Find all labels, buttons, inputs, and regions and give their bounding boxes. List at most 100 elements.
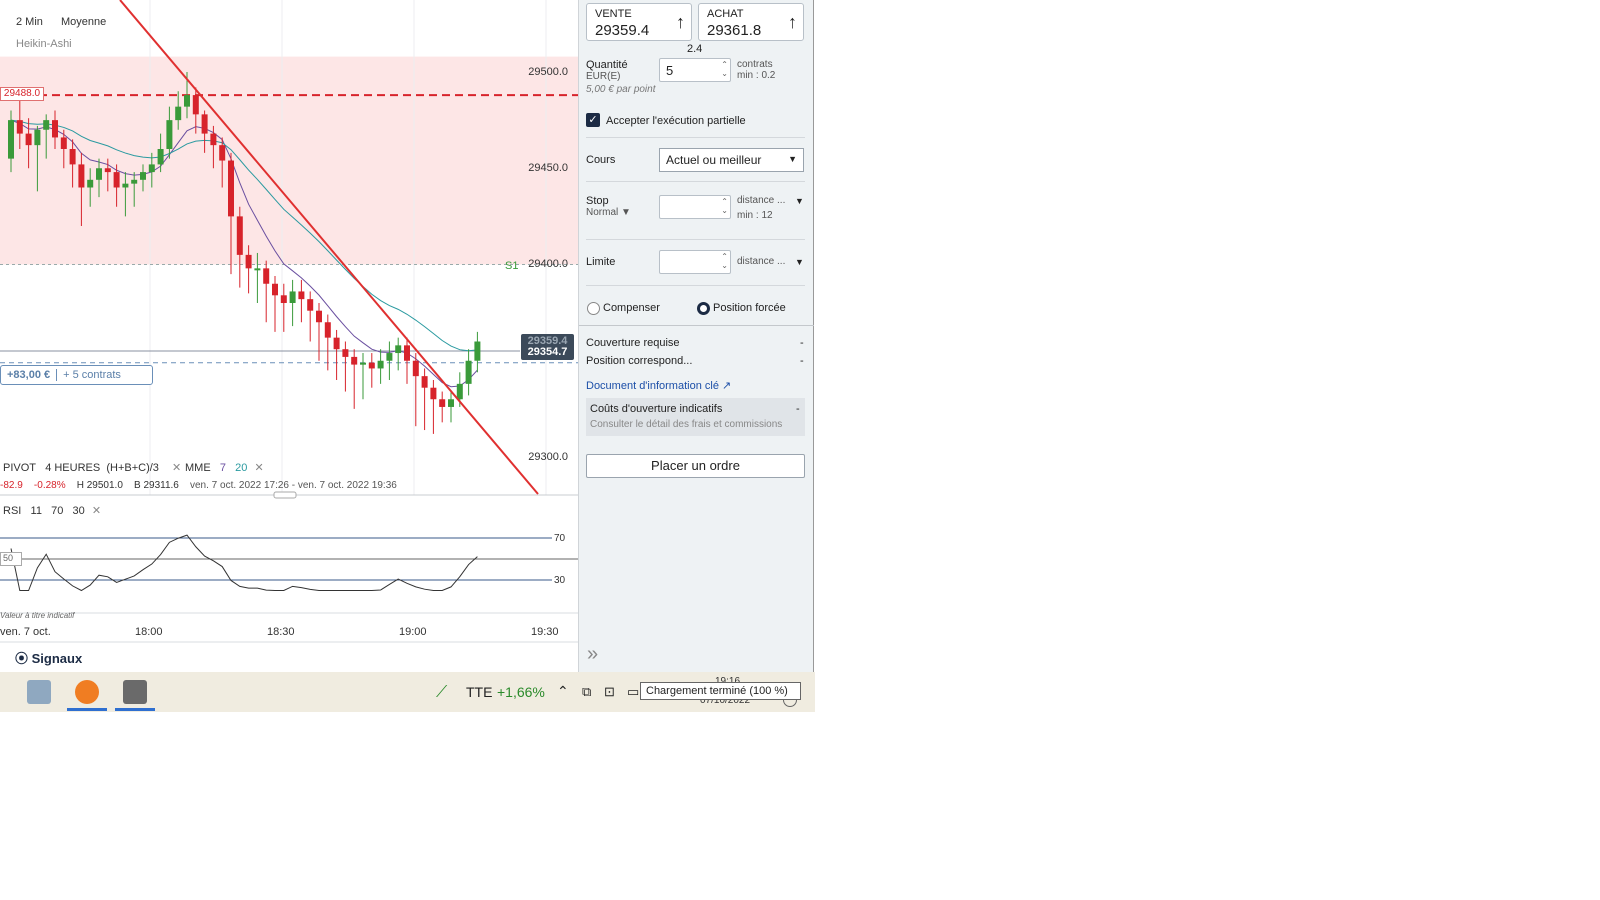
pivot-close-icon[interactable]: ✕ (172, 462, 181, 474)
stepper-arrows-icon[interactable]: ⌃ ⌄ (721, 252, 728, 270)
stop-type-select[interactable]: Normal ▼ (586, 207, 631, 218)
candle-body (34, 129, 41, 146)
stop-unit-select[interactable]: distance ... (737, 195, 785, 206)
candle-body (386, 353, 393, 361)
limit-label: Limite (586, 256, 616, 268)
chart-area[interactable]: 2 Min Moyenne Heikin-Ashi 29488.0 S1 295… (0, 0, 578, 672)
mme-period-1: 7 (219, 462, 226, 474)
rsi-indicator[interactable]: RSI 11 70 30 ✕ (3, 504, 101, 517)
partial-exec-label: Accepter l'exécution partielle (606, 115, 746, 127)
candle-body (69, 149, 76, 165)
price-type-label: Cours (586, 154, 616, 166)
chart-app-icon[interactable] (123, 680, 147, 704)
price-tick-29500: 29500.0 (528, 66, 568, 78)
candle-body (210, 133, 217, 146)
forced-position-label: Position forcée (713, 302, 786, 314)
pivot-indicator[interactable]: PIVOT 4 HEURES (H+B+C)/3 ✕ (3, 461, 181, 474)
trading-app-icon[interactable] (75, 680, 99, 704)
limit-input[interactable]: ⌃ ⌄ (659, 250, 731, 274)
stat-high: H 29501.0 (76, 480, 123, 491)
position-pnl: +83,00 € (7, 369, 51, 381)
caret-down-icon: ▼ (788, 154, 797, 164)
current-price-tag: 29359.4 29354.7 (521, 334, 574, 360)
rsi-p2: 70 (51, 505, 64, 517)
rsi-p1: 11 (30, 505, 42, 517)
forced-position-radio[interactable] (697, 302, 710, 315)
interval-selector[interactable]: 2 Min (16, 16, 43, 28)
stepper-arrows-icon[interactable]: ⌃ ⌄ (721, 197, 728, 215)
ticker-symbol[interactable]: TTE (466, 684, 492, 700)
stat-range: ven. 7 oct. 2022 17:26 - ven. 7 oct. 202… (190, 480, 397, 491)
caret-down-icon[interactable]: ▼ (795, 257, 804, 267)
open-position-badge[interactable]: +83,00 € + 5 contrats (0, 365, 153, 385)
battery-icon[interactable]: ▭ (627, 684, 639, 700)
limit-unit-select[interactable]: distance ... (737, 256, 785, 267)
mme-indicator[interactable]: MME 7 20 ✕ (185, 461, 264, 474)
sell-button[interactable]: VENTE 29359.4 ↑ (586, 3, 692, 41)
place-order-button[interactable]: Placer un ordre (586, 454, 805, 478)
order-panel: VENTE 29359.4 ↑ ACHAT 29361.8 ↑ 2.4 Quan… (579, 0, 814, 672)
signaux-button[interactable]: ⦿ Signaux (15, 648, 82, 667)
candle-body (201, 114, 208, 134)
price-type-select[interactable]: Actuel ou meilleur ▼ (659, 148, 804, 172)
quantity-unit: contrats (737, 59, 773, 70)
costs-value: - (796, 403, 800, 415)
candle-body (236, 216, 243, 255)
chevron-up-icon[interactable]: ⌃ (557, 683, 569, 700)
candle-body (263, 268, 270, 284)
device-icon[interactable]: ⧉ (582, 684, 591, 700)
position-value: - (800, 355, 804, 367)
expand-chevron-icon[interactable]: » (587, 643, 598, 666)
rsi-level-70: 70 (554, 533, 566, 544)
buy-button[interactable]: ACHAT 29361.8 ↑ (698, 3, 804, 41)
mme-close-icon[interactable]: ✕ (254, 462, 263, 474)
ticker-change: +1,66% (497, 684, 545, 700)
candle-body (78, 164, 85, 188)
candle-body (113, 172, 120, 188)
stepper-arrows-icon[interactable]: ⌃ ⌄ (721, 60, 728, 78)
calculator-icon[interactable] (27, 680, 51, 704)
rsi-level-50: 50 (0, 552, 22, 566)
partial-exec-checkbox[interactable]: ✓ (586, 113, 600, 127)
caret-down-icon[interactable]: ▼ (795, 196, 804, 206)
stop-min: min : 12 (737, 210, 773, 221)
loading-tooltip: Chargement terminé (100 %) (640, 682, 801, 700)
quantity-stepper[interactable]: 5 ⌃ ⌄ (659, 58, 731, 82)
kid-document-link[interactable]: Document d'information clé ↗ (586, 379, 731, 392)
candle-body (8, 120, 14, 159)
stat-change-pct: -0.28% (33, 480, 66, 491)
rsi-close-icon[interactable]: ✕ (92, 505, 101, 517)
stop-input[interactable]: ⌃ ⌄ (659, 195, 731, 219)
network-icon[interactable]: ⊡ (604, 684, 615, 700)
mme-period-2: 20 (235, 462, 248, 474)
costs-panel: Coûts d'ouverture indicatifs - Consulter… (586, 398, 805, 436)
price-chart[interactable] (0, 0, 578, 672)
price-type-value: Actuel ou meilleur (666, 153, 762, 167)
candle-body (368, 362, 375, 369)
chart-type-selector[interactable]: Moyenne (61, 16, 106, 28)
sell-price: 29359.4 (595, 22, 650, 39)
candle-body (456, 383, 463, 400)
position-label: Position correspond... (586, 355, 693, 367)
buy-label: ACHAT (707, 8, 744, 20)
candle-style-label: Heikin-Ashi (16, 38, 72, 50)
time-tick-1800: 18:00 (135, 626, 163, 638)
margin-label: Couverture requise (586, 337, 680, 349)
candle-body (131, 179, 138, 184)
costs-detail-link[interactable]: Consulter le détail des frais et commiss… (590, 419, 782, 430)
resistance-zone (0, 56, 578, 265)
time-tick-date: ven. 7 oct. (0, 626, 51, 638)
pivot-period: 4 HEURES (45, 462, 101, 474)
candle-body (25, 133, 32, 146)
candle-body (333, 337, 340, 350)
compensate-radio[interactable] (587, 302, 600, 315)
candle-body (298, 291, 305, 300)
quantity-value: 5 (666, 63, 674, 78)
candle-body (219, 145, 226, 161)
candle-body (96, 168, 102, 180)
support-label: S1 (505, 260, 519, 272)
spread-value: 2.4 (687, 43, 703, 55)
time-tick-1900: 19:00 (399, 626, 427, 638)
compensate-label: Compenser (603, 302, 660, 314)
stat-change: -82.9 (0, 480, 23, 491)
